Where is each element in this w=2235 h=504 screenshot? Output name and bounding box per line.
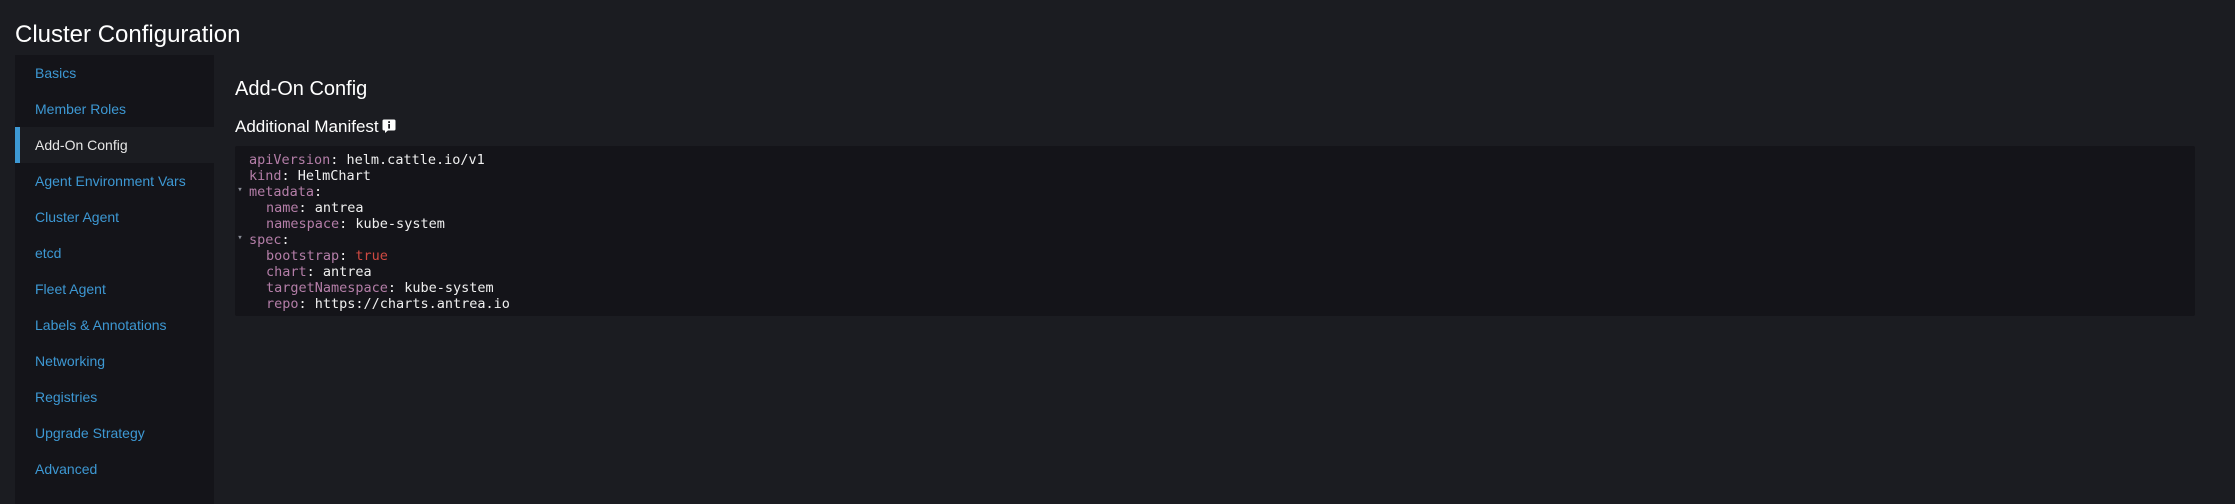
code-line: namespace: kube-system [266, 216, 445, 232]
yaml-key: apiVersion [249, 152, 331, 168]
yaml-key: metadata [249, 184, 315, 200]
sidebar-item-etcd[interactable]: etcd [15, 235, 214, 271]
yaml-value: antrea [322, 264, 372, 280]
yaml-value: antrea [314, 200, 364, 216]
code-line: bootstrap: true [266, 248, 388, 264]
yaml-editor[interactable]: apiVersion: helm.cattle.io/v1 kind: Helm… [235, 146, 2195, 316]
yaml-value: https://charts.antrea.io [314, 296, 510, 312]
sidebar-item-member-roles[interactable]: Member Roles [15, 91, 214, 127]
yaml-value: kube-system [355, 216, 445, 232]
fold-arrow-icon[interactable]: ▾ [235, 233, 245, 243]
yaml-key: bootstrap [266, 248, 340, 264]
sidebar: Basics Member Roles Add-On Config Agent … [15, 55, 214, 504]
yaml-key: namespace [266, 216, 340, 232]
sidebar-item-upgrade-strategy[interactable]: Upgrade Strategy [15, 415, 214, 451]
code-line: spec: [249, 232, 290, 248]
sidebar-item-fleet-agent[interactable]: Fleet Agent [15, 271, 214, 307]
manifest-heading: Additional Manifest [235, 115, 396, 140]
section-title: Add-On Config [235, 78, 368, 100]
yaml-key: kind [249, 168, 282, 184]
sidebar-item-basics[interactable]: Basics [15, 55, 214, 91]
sidebar-item-registries[interactable]: Registries [15, 379, 214, 415]
sidebar-item-advanced[interactable]: Advanced [15, 451, 214, 487]
yaml-key: repo [266, 296, 299, 312]
info-icon[interactable] [382, 116, 396, 140]
code-line: name: antrea [266, 200, 364, 216]
yaml-value: HelmChart [297, 168, 371, 184]
sidebar-item-cluster-agent[interactable]: Cluster Agent [15, 199, 214, 235]
code-line: apiVersion: helm.cattle.io/v1 [249, 152, 485, 168]
yaml-value: kube-system [404, 280, 494, 296]
code-line: kind: HelmChart [249, 168, 371, 184]
sidebar-item-networking[interactable]: Networking [15, 343, 214, 379]
yaml-boolean: true [355, 248, 388, 264]
yaml-key: name [266, 200, 299, 216]
code-line: metadata: [249, 184, 323, 200]
yaml-key: targetNamespace [266, 280, 388, 296]
code-line: targetNamespace: kube-system [266, 280, 494, 296]
sidebar-item-add-on-config[interactable]: Add-On Config [15, 127, 214, 163]
sidebar-item-labels-annotations[interactable]: Labels & Annotations [15, 307, 214, 343]
sidebar-item-agent-environment-vars[interactable]: Agent Environment Vars [15, 163, 214, 199]
yaml-key: chart [266, 264, 307, 280]
code-line: repo: https://charts.antrea.io [266, 296, 510, 312]
code-line: chart: antrea [266, 264, 372, 280]
fold-arrow-icon[interactable]: ▾ [235, 185, 245, 195]
yaml-value: helm.cattle.io/v1 [346, 152, 485, 168]
page-title: Cluster Configuration [15, 21, 241, 48]
manifest-heading-label: Additional Manifest [235, 117, 379, 136]
yaml-key: spec [249, 232, 282, 248]
